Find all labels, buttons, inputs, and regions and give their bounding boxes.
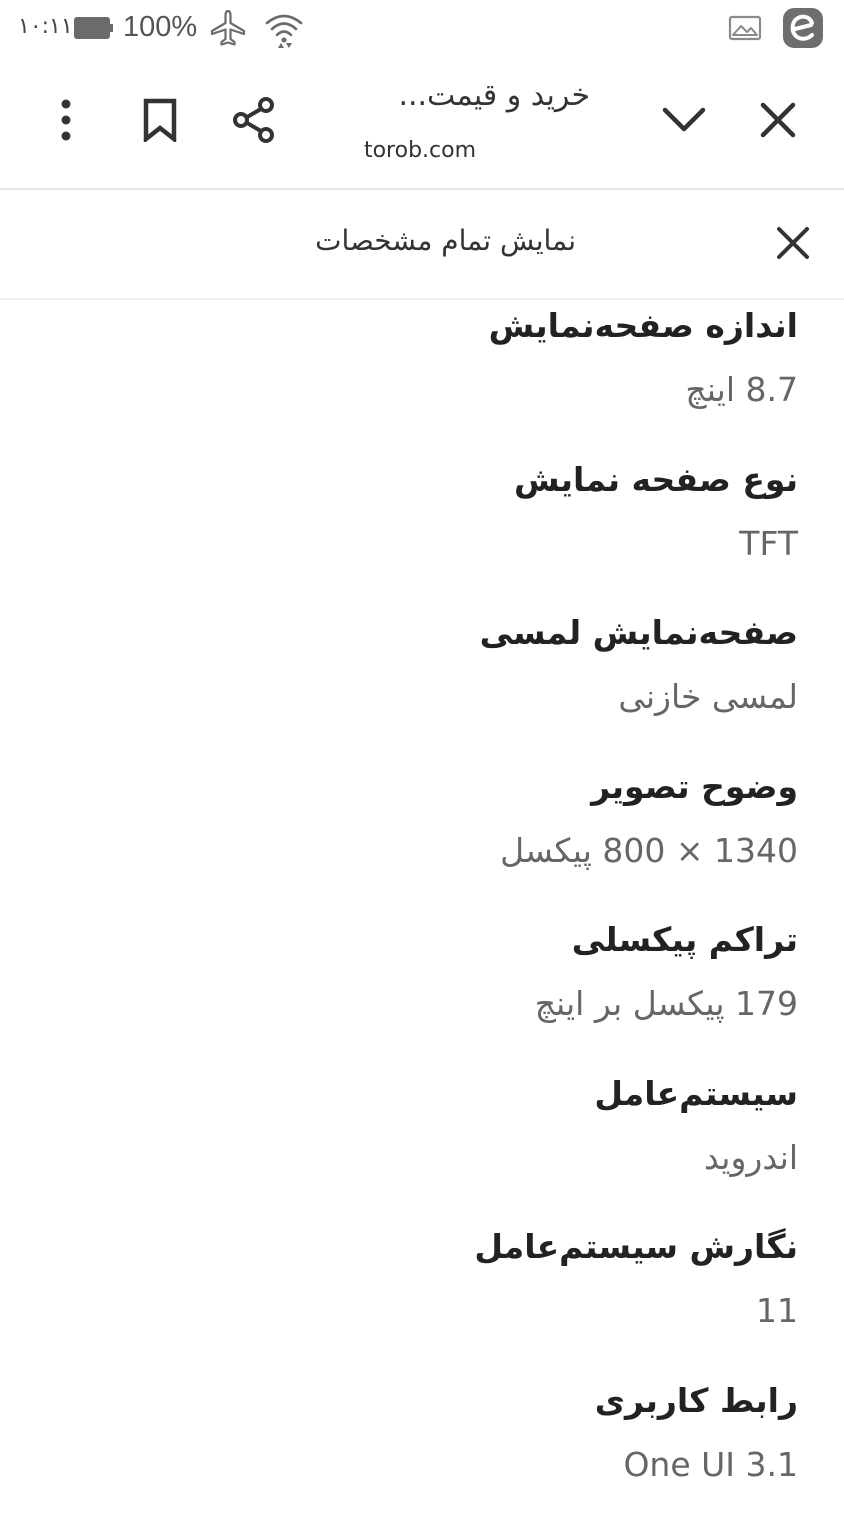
spec-item-resolution: وضوح تصویر 1340 × 800 پیکسل (0, 761, 844, 915)
spec-item-screen-type: نوع صفحه نمایش TFT (0, 454, 844, 608)
spec-value: One UI 3.1 (623, 1445, 798, 1484)
spec-value: TFT (739, 524, 798, 563)
spec-item-user-interface: رابط کاربری One UI 3.1 (0, 1375, 844, 1528)
spec-label: سیستم‌عامل (594, 1074, 798, 1113)
spec-label: نوع صفحه نمایش (514, 460, 798, 499)
spec-label: رابط کاربری (595, 1381, 798, 1420)
spec-value: لمسی خازنی (618, 677, 798, 716)
spec-label: نگارش سیستم‌عامل (474, 1227, 798, 1266)
close-icon (760, 102, 796, 138)
spec-label: وضوح تصویر (591, 767, 798, 806)
chevron-down-icon (662, 106, 706, 134)
status-time: ۱۰:۱۱ (18, 14, 73, 39)
app-notification-icon (781, 6, 825, 50)
spec-item-os: سیستم‌عامل اندروید (0, 1068, 844, 1222)
spec-value: 8.7 اینچ (685, 370, 798, 409)
spec-value: 179 پیکسل بر اینچ (535, 984, 798, 1023)
spec-label: اندازه صفحه‌نمایش (489, 306, 798, 345)
airplane-mode-icon (208, 8, 248, 48)
spec-label: صفحه‌نمایش لمسی (480, 613, 798, 652)
spec-list: اندازه صفحه‌نمایش 8.7 اینچ نوع صفحه نمای… (0, 300, 844, 1528)
minimize-button[interactable] (652, 88, 716, 152)
spec-item-os-version: نگارش سیستم‌عامل 11 (0, 1221, 844, 1375)
browser-toolbar: خرید و قیمت... torob.com (0, 60, 844, 190)
share-icon (230, 96, 278, 144)
close-tab-button[interactable] (746, 88, 810, 152)
status-bar: ۱۰:۱۱ 100% (0, 0, 844, 60)
bookmark-icon (142, 98, 178, 142)
battery-percent: 100% (123, 11, 197, 44)
gallery-notification-icon (728, 14, 762, 42)
spec-value: 11 (756, 1291, 798, 1330)
wifi-icon (264, 10, 304, 50)
spec-item-screen-size: اندازه صفحه‌نمایش 8.7 اینچ (0, 300, 844, 454)
close-icon (776, 226, 810, 260)
sheet-title: نمایش تمام مشخصات (200, 224, 576, 257)
bookmark-button[interactable] (128, 88, 192, 152)
specs-sheet-header: نمایش تمام مشخصات (0, 190, 844, 300)
page-url[interactable]: torob.com (300, 138, 540, 163)
spec-item-touchscreen: صفحه‌نمایش لمسی لمسی خازنی (0, 607, 844, 761)
sheet-close-button[interactable] (764, 214, 822, 272)
more-options-button[interactable] (34, 88, 98, 152)
more-options-icon (58, 98, 74, 142)
battery-icon (74, 16, 110, 38)
spec-label: تراکم پیکسلی (572, 920, 798, 959)
page-title[interactable]: خرید و قیمت... (300, 78, 590, 113)
spec-value: 1340 × 800 پیکسل (500, 831, 798, 870)
spec-value: اندروید (704, 1138, 798, 1177)
share-button[interactable] (222, 88, 286, 152)
spec-item-pixel-density: تراکم پیکسلی 179 پیکسل بر اینچ (0, 914, 844, 1068)
